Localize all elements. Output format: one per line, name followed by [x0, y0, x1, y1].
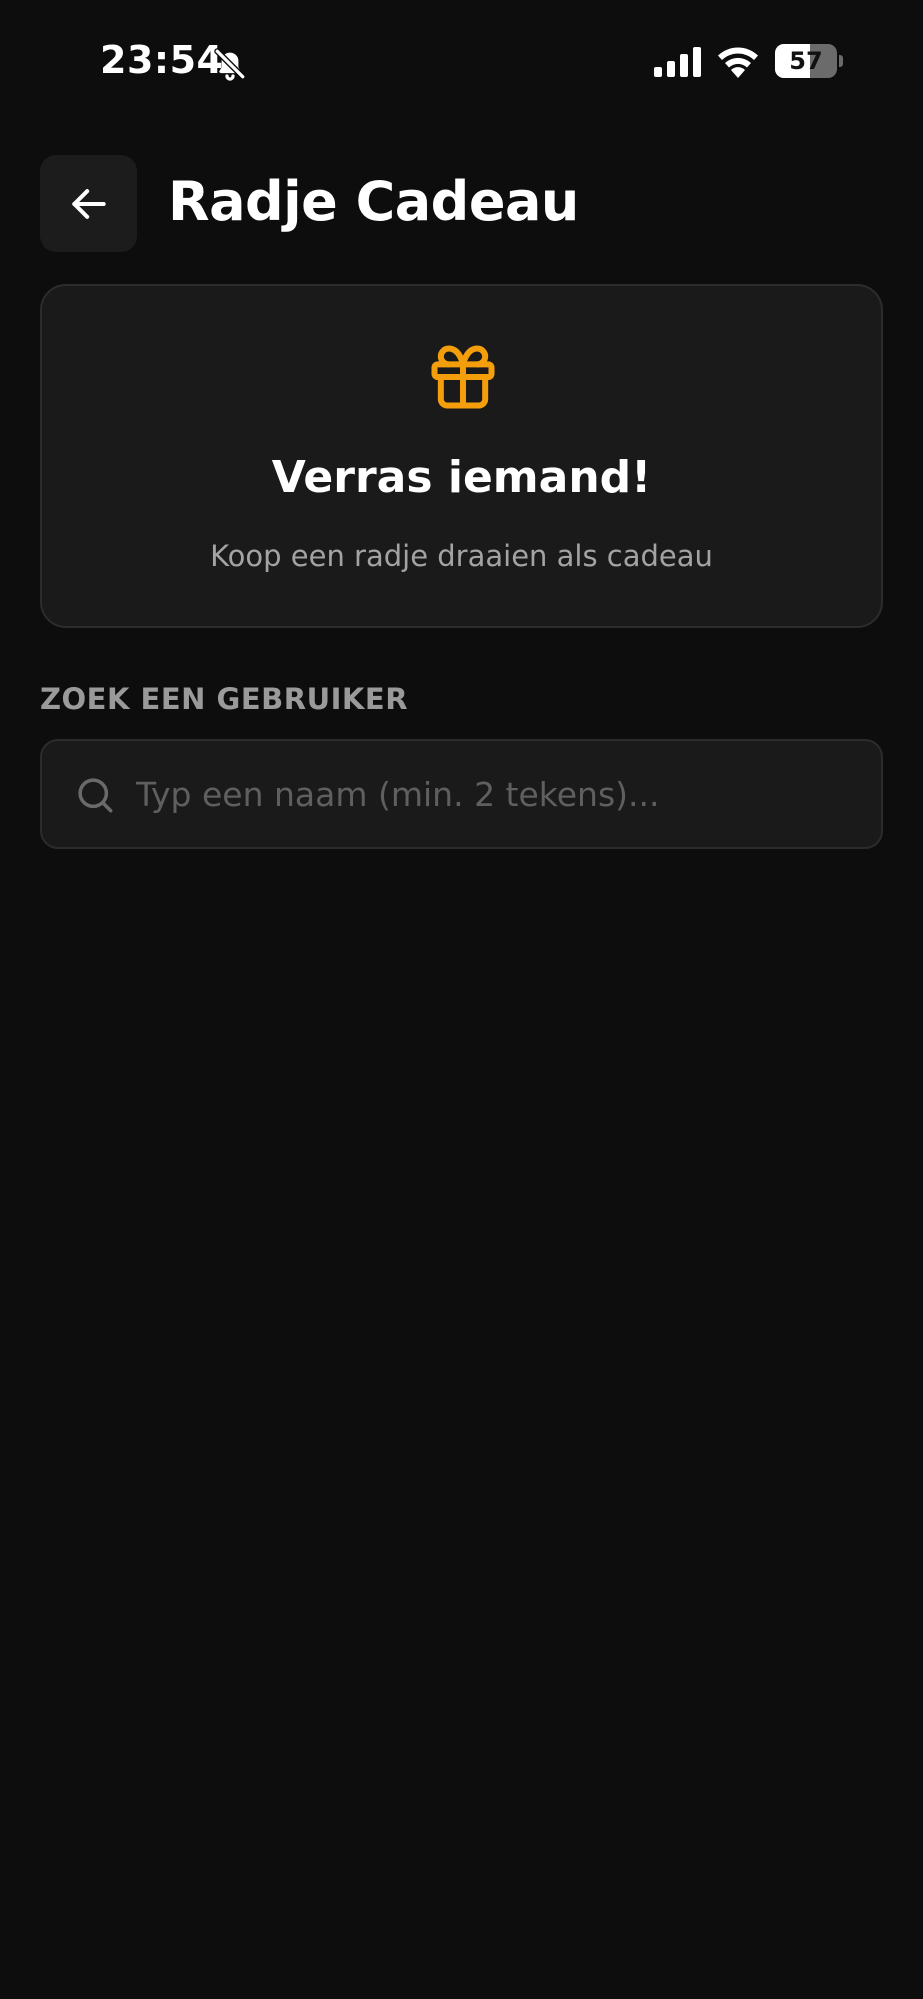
bell-slash-icon [212, 46, 248, 82]
user-search-input[interactable] [136, 741, 856, 847]
signal-icon [654, 47, 702, 77]
status-time: 23:54 [100, 38, 224, 82]
gift-card-subtitle: Koop een radje draaien als cadeau [210, 539, 713, 573]
battery-icon: 57 [775, 44, 843, 78]
gift-promo-card: Verras iemand! Koop een radje draaien al… [40, 284, 883, 628]
wifi-icon [716, 44, 760, 78]
search-section-label: ZOEK EEN GEBRUIKER [40, 682, 409, 716]
gift-icon [425, 339, 501, 415]
user-search-box[interactable] [40, 739, 883, 849]
gift-card-title: Verras iemand! [271, 452, 652, 503]
battery-level: 57 [789, 47, 823, 75]
search-icon [74, 774, 116, 816]
page-title: Radje Cadeau [168, 170, 579, 233]
status-bar: 23:54 57 [0, 0, 923, 120]
arrow-left-icon [71, 188, 106, 219]
gift-spin-screen: 23:54 57 Radje Cadeau Verras iemand! Koo… [0, 0, 923, 1999]
back-button[interactable] [40, 155, 137, 252]
